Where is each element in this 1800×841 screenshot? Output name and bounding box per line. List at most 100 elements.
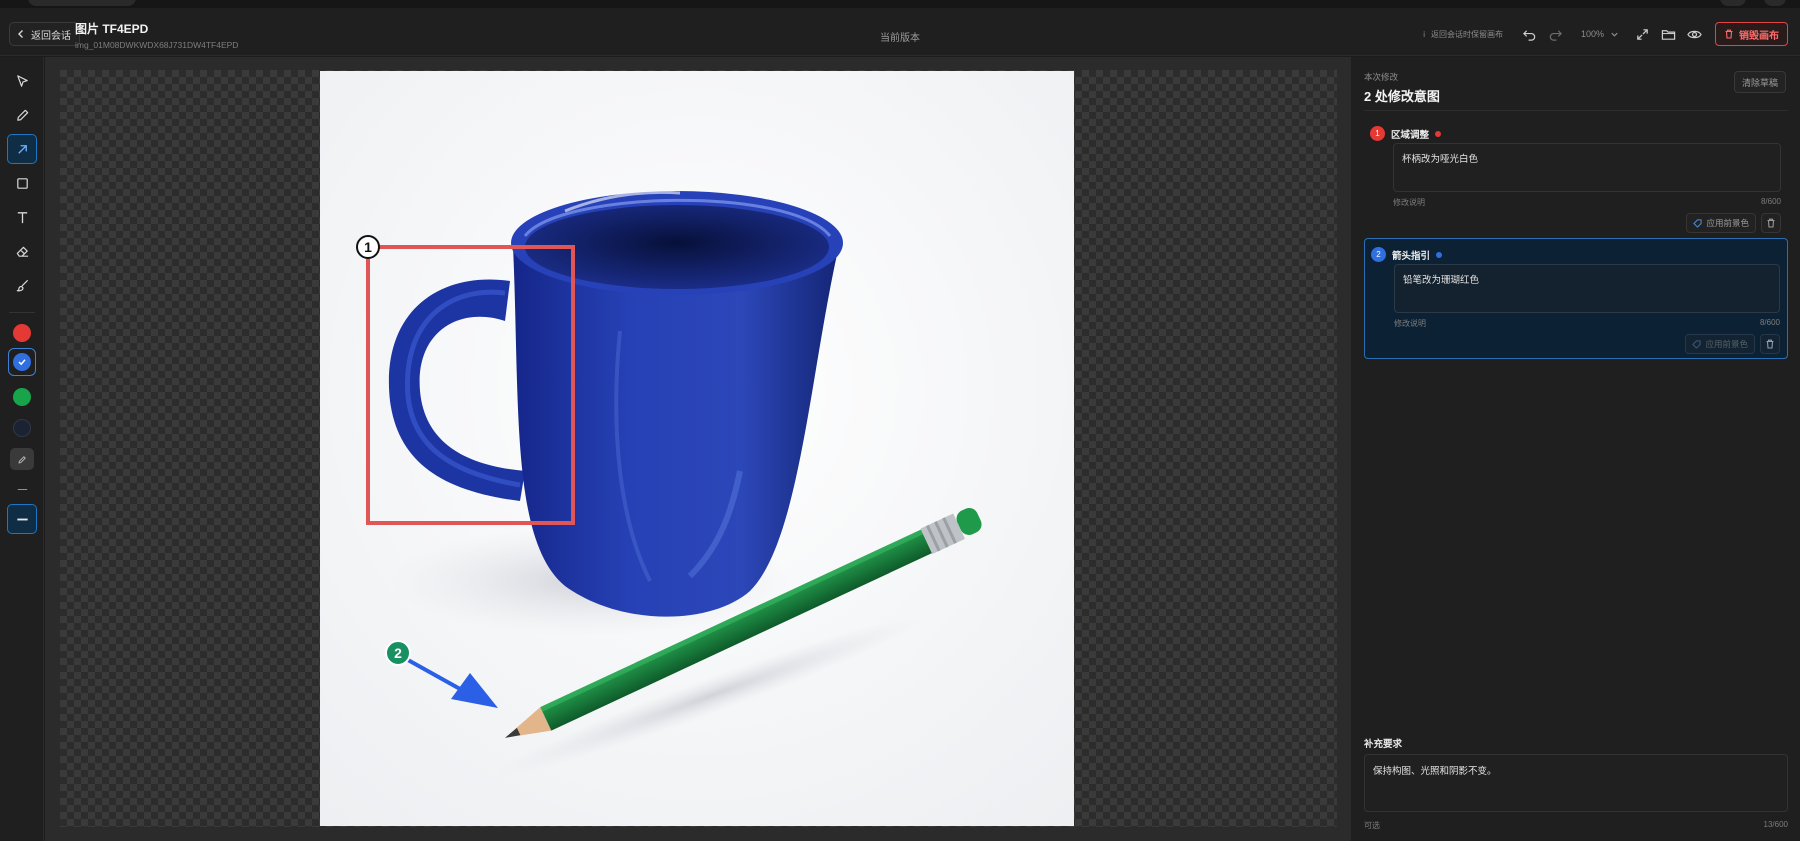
panel-label: 本次修改 [1364, 72, 1399, 82]
field-label: 修改说明 [1394, 319, 1426, 328]
brush-icon [16, 279, 28, 291]
annotation-footer: 修改说明 8/600 [1394, 318, 1780, 329]
header-bar: 返回会话 图片 TF4EPD img_01M08DWKWDX68J731DW4T… [0, 8, 1800, 56]
annotation-2-marker-text: 2 [394, 645, 402, 661]
chevron-down-icon [1611, 32, 1618, 37]
annotation-card-2[interactable]: 2 箭头指引 铅笔改为珊瑚红色 修改说明 8/600 应用前景色 [1364, 238, 1788, 359]
undo-button[interactable] [1517, 21, 1543, 47]
annotation-color-dot [1435, 130, 1442, 137]
fullscreen-button[interactable] [1629, 21, 1655, 47]
undo-icon [1523, 29, 1536, 41]
square-icon [16, 177, 28, 189]
trash-icon [1725, 29, 1733, 39]
annotation-card-header: 1 区域调整 [1370, 126, 1442, 141]
destroy-canvas-label: 销毁画布 [1739, 30, 1779, 42]
color-swatch-blue-selected[interactable] [8, 348, 36, 376]
chevron-left-icon [18, 30, 23, 38]
stroke-thick-button[interactable] [7, 504, 37, 534]
extra-requirements-label: 补充要求 [1364, 739, 1403, 750]
browser-tab [28, 0, 136, 6]
panel-divider [1364, 110, 1788, 111]
annotation-1-marker-text: 1 [364, 239, 372, 255]
delete-annotation-button[interactable] [1760, 334, 1780, 354]
zoom-value: 100% [1580, 29, 1604, 39]
panel-title: 2 处修改意图 [1364, 89, 1440, 104]
color-swatch-dark[interactable] [13, 419, 31, 437]
field-label: 修改说明 [1393, 198, 1425, 207]
title-block: 图片 TF4EPD img_01M08DWKWDX68J731DW4TF4EPD [75, 20, 238, 50]
annotation-card-header: 2 箭头指引 [1371, 247, 1443, 262]
annotation-title: 区域调整 [1391, 129, 1430, 141]
pencil-icon [16, 109, 28, 121]
delete-annotation-button[interactable] [1761, 213, 1781, 233]
back-to-conversation-button[interactable]: 返回会话 [9, 22, 80, 46]
edit-panel: 本次修改 2 处修改意图 清除草稿 1 区域调整 杯柄改为哑光白色 修改说明 8… [1350, 57, 1800, 841]
color-swatch-red[interactable] [13, 324, 31, 342]
text-tool-button[interactable] [7, 202, 37, 232]
image-id: img_01M08DWKWDX68J731DW4TF4EPD [75, 40, 239, 50]
annotation-actions: 应用前景色 [1685, 334, 1780, 354]
destroy-canvas-button[interactable]: 销毁画布 [1715, 22, 1788, 46]
stroke-thin-button[interactable] [7, 474, 37, 504]
annotation-footer: 修改说明 8/600 [1393, 197, 1781, 208]
extra-requirements-input[interactable]: 保持构图、光照和阴影不变。 [1364, 754, 1788, 812]
toolbar-divider [9, 312, 35, 313]
rectangle-tool-button[interactable] [7, 168, 37, 198]
apply-foreground-color-button[interactable]: 应用前景色 [1685, 334, 1755, 354]
apply-label: 应用前景色 [1705, 339, 1748, 349]
back-button-label: 返回会话 [31, 30, 71, 42]
preview-button[interactable] [1681, 21, 1707, 47]
top-strip [0, 0, 1800, 8]
open-folder-button[interactable] [1655, 21, 1681, 47]
annotation-description-input[interactable]: 铅笔改为珊瑚红色 [1394, 264, 1780, 313]
tool-sidebar [0, 57, 44, 841]
trash-icon [1767, 218, 1775, 228]
brush-tool-button[interactable] [7, 270, 37, 300]
thin-line-icon [17, 488, 27, 490]
header-actions: i 返回会话时保留画布 100% 销毁画布 [1423, 21, 1788, 47]
annotation-2-marker[interactable]: 2 [385, 640, 411, 666]
expand-icon [1636, 28, 1648, 40]
window-control [1764, 0, 1786, 6]
eye-icon [1686, 30, 1702, 38]
cursor-icon [16, 74, 28, 87]
annotation-card-1[interactable]: 1 区域调整 杯柄改为哑光白色 修改说明 8/600 应用前景色 [1364, 118, 1788, 234]
keep-canvas-hint: i 返回会话时保留画布 [1423, 29, 1503, 40]
annotation-title: 箭头指引 [1392, 250, 1431, 262]
hint-text: 返回会话时保留画布 [1430, 29, 1503, 39]
color-swatch-green[interactable] [13, 388, 31, 406]
trash-icon [1766, 339, 1774, 349]
optional-hint: 可选 [1364, 821, 1380, 830]
tag-icon [1693, 218, 1703, 228]
eraser-icon [16, 246, 28, 257]
char-count: 13/600 [1763, 820, 1788, 829]
thick-line-icon [16, 518, 28, 520]
annotation-actions: 应用前景色 [1686, 213, 1781, 233]
char-count: 8/600 [1760, 197, 1781, 206]
clear-draft-button[interactable]: 清除草稿 [1733, 71, 1786, 93]
arrow-tool-button[interactable] [7, 134, 37, 164]
eraser-tool-button[interactable] [7, 236, 37, 266]
blue-swatch-fill [13, 353, 31, 371]
image-title: 图片 TF4EPD [75, 22, 149, 36]
extra-requirements-footer: 可选 13/600 [1364, 820, 1788, 831]
arrow-up-right-icon [17, 144, 27, 154]
window-control [1720, 0, 1746, 6]
select-tool-button[interactable] [7, 66, 37, 96]
annotation-color-dot [1436, 251, 1443, 258]
tag-icon [1692, 339, 1702, 349]
text-icon [17, 211, 27, 223]
folder-icon [1661, 29, 1675, 40]
pen-tool-button[interactable] [7, 100, 37, 130]
annotation-number-badge: 1 [1370, 126, 1385, 141]
eyedropper-icon [17, 455, 26, 464]
apply-foreground-color-button[interactable]: 应用前景色 [1686, 213, 1756, 233]
annotation-description-input[interactable]: 杯柄改为哑光白色 [1393, 143, 1781, 192]
annotation-1-marker[interactable]: 1 [356, 235, 380, 259]
redo-button[interactable] [1543, 21, 1569, 47]
canvas-image[interactable]: 1 2 [320, 71, 1074, 826]
custom-color-button[interactable] [10, 448, 34, 470]
zoom-select[interactable]: 100% [1581, 29, 1619, 39]
annotation-number-badge: 2 [1371, 247, 1386, 262]
check-icon [18, 359, 26, 366]
